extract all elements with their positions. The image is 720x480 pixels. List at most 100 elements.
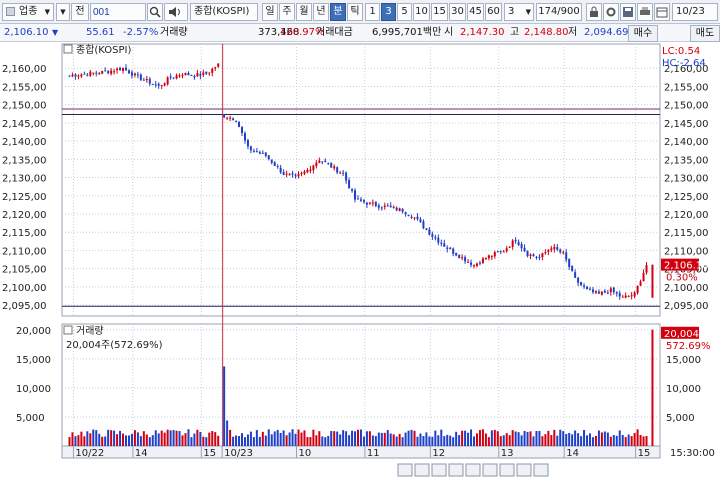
volume-bar [544, 434, 547, 446]
candle-body [541, 253, 544, 258]
volume-bar [273, 431, 276, 446]
price-tick-label: 2,160,00 [2, 64, 47, 75]
volume-bar [169, 430, 172, 446]
period-week[interactable]: 주 [279, 3, 295, 21]
print-button[interactable] [637, 3, 653, 21]
volume-tick-label: 5,000 [16, 413, 45, 424]
rewind-icon[interactable] [448, 463, 464, 477]
candle-body [196, 73, 199, 77]
price-chart[interactable]: 2,160,00 2,160,002,155,00 2,155,002,150,00… [0, 42, 720, 480]
candle-body [583, 285, 586, 287]
candle-body [633, 292, 636, 297]
candle-body [261, 152, 264, 154]
price-right-tick-label: 2,150,00 [664, 101, 709, 112]
candle-body [252, 150, 255, 152]
volume-bar [71, 432, 74, 446]
zoom-icon[interactable] [533, 463, 549, 477]
candle-body [273, 162, 276, 166]
candle-body [327, 163, 330, 165]
minute-1[interactable]: 1 [365, 3, 380, 21]
period-minute[interactable]: 분 [330, 3, 346, 21]
market-select[interactable]: 업종 ▼ [2, 3, 54, 21]
buy-button[interactable]: 매수 [628, 25, 658, 42]
candle-body [80, 74, 83, 77]
candle-body [612, 287, 615, 293]
candle-body [282, 172, 285, 175]
x-axis-label: 12 [432, 448, 445, 459]
save-button[interactable] [620, 3, 636, 21]
minute-5[interactable]: 5 [397, 3, 412, 21]
next-icon[interactable] [482, 463, 498, 477]
volume-bar [95, 430, 98, 446]
time-label: 15:30:00 [670, 448, 715, 459]
current-price: 2,106.10 [4, 27, 49, 38]
code-field[interactable] [91, 4, 145, 20]
candle-body [517, 242, 520, 246]
settings-icon[interactable] [499, 463, 515, 477]
minute-60[interactable]: 60 [485, 3, 502, 21]
volume-bar [217, 435, 220, 446]
candle-body [591, 289, 594, 293]
candle-body [166, 77, 169, 85]
candle-body [333, 166, 336, 169]
volume-bar [419, 433, 422, 446]
candle-body [136, 74, 139, 76]
volume-bar [235, 435, 238, 446]
candle-body [318, 160, 321, 163]
candle-body [362, 200, 365, 203]
period-month[interactable]: 월 [296, 3, 312, 21]
volume-bar [297, 429, 300, 446]
volume-bar [499, 436, 502, 446]
zoom-out-icon[interactable] [414, 463, 430, 477]
zoom-in-icon[interactable] [397, 463, 413, 477]
candle-body [377, 205, 380, 208]
volume-bar [211, 431, 214, 446]
minute-15[interactable]: 15 [431, 3, 448, 21]
minute-10[interactable]: 10 [413, 3, 430, 21]
date-input[interactable]: 10/23 [672, 3, 718, 21]
index-name: 종합(KOSPI) [190, 3, 258, 21]
sound-button[interactable] [164, 3, 188, 21]
period-year[interactable]: 년 [313, 3, 329, 21]
settings-button[interactable] [603, 3, 619, 21]
interval-select[interactable]: 3 ▼ [504, 3, 534, 21]
last-volume-bar [651, 329, 654, 446]
candle-body [535, 256, 538, 258]
candle-body [434, 237, 437, 239]
stop-icon[interactable] [431, 463, 447, 477]
volume-bar [624, 437, 627, 446]
sell-button[interactable]: 매도 [690, 25, 720, 42]
volume-bar [514, 431, 517, 446]
code-input[interactable] [90, 3, 146, 21]
candle-body [365, 202, 368, 205]
candle-body [77, 75, 80, 77]
period-tick[interactable]: 틱 [347, 3, 363, 21]
minute-30[interactable]: 30 [449, 3, 466, 21]
candle-body [193, 76, 196, 78]
x-axis-label: 14 [135, 448, 148, 459]
minute-45[interactable]: 45 [467, 3, 484, 21]
volume-bar [461, 430, 464, 446]
candle-body [217, 63, 220, 67]
price-tick-label: 2,105,00 [2, 265, 47, 276]
volume-bar [267, 429, 270, 446]
lock-button[interactable] [586, 3, 602, 21]
market-type-label[interactable]: 전 [71, 3, 89, 21]
calendar-button[interactable] [654, 3, 670, 21]
high-label: 고 [510, 27, 520, 38]
volume-bar [261, 431, 264, 446]
candle-body [270, 159, 273, 163]
volume-bar [541, 436, 544, 446]
expand-icon[interactable] [516, 463, 532, 477]
candle-body [455, 252, 458, 256]
chevron-down-icon: ▼ [60, 8, 66, 16]
search-button[interactable] [147, 3, 163, 21]
volume-bar [377, 432, 380, 446]
volume-bar [636, 429, 639, 446]
price-tick-label: 2,140,00 [2, 137, 47, 148]
play-icon[interactable] [465, 463, 481, 477]
candle-body [359, 199, 362, 201]
period-day[interactable]: 일 [262, 3, 278, 21]
minute-3[interactable]: 3 [381, 3, 396, 21]
market-type-button[interactable]: ▼ [56, 3, 70, 21]
